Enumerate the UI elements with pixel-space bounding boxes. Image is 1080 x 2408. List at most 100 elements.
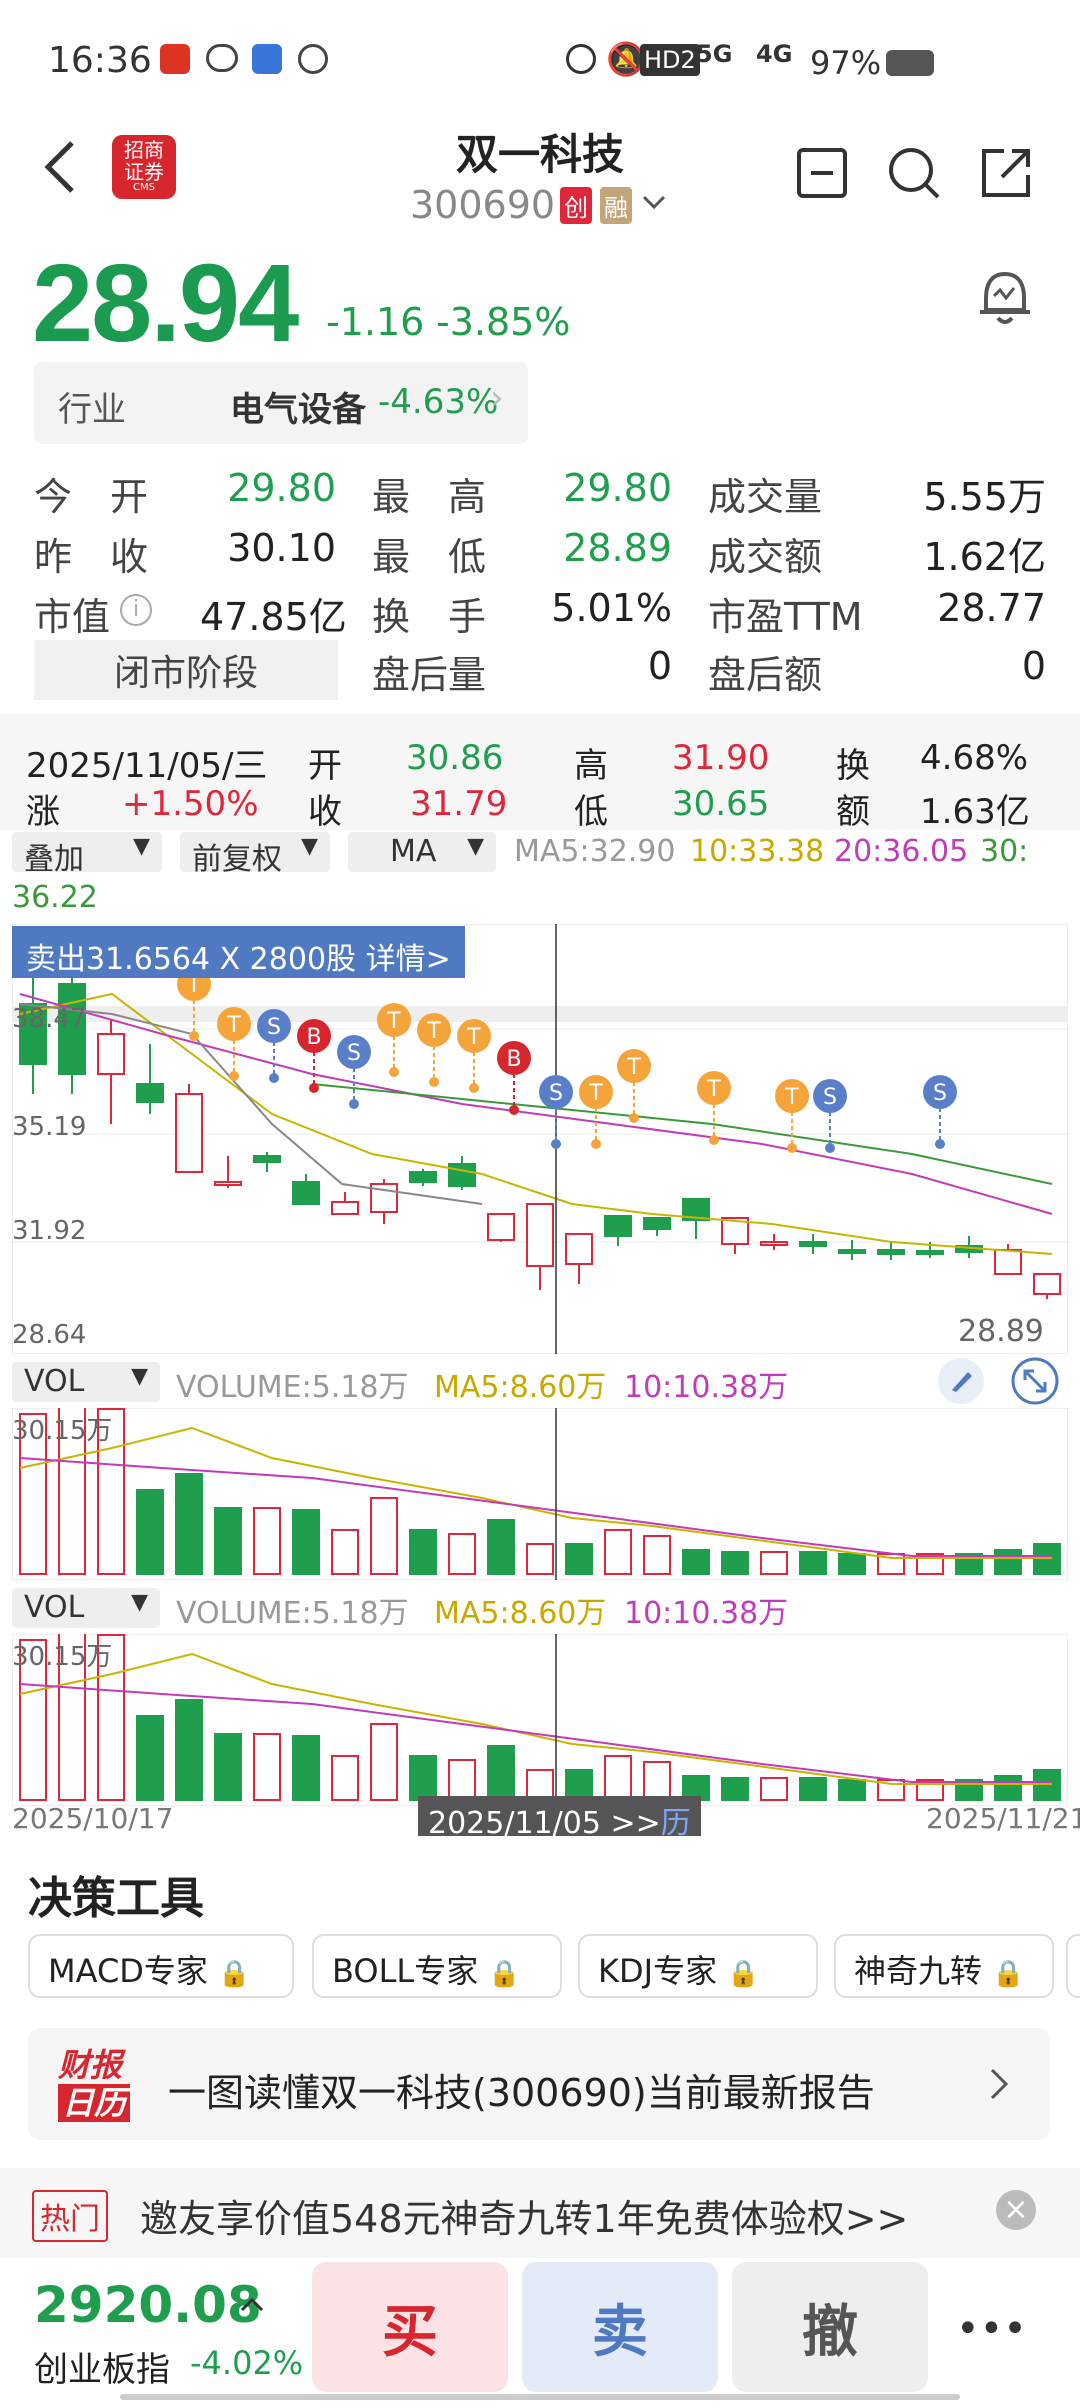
candle: [136, 1083, 164, 1103]
expand-icon[interactable]: [1010, 1356, 1060, 1406]
trade-marker-dot: [389, 1067, 399, 1077]
candle: [565, 1233, 593, 1265]
tool-boll-button[interactable]: BOLL专家 🔒: [312, 1934, 562, 1998]
volume-label: VOLUME:5.18万: [176, 1596, 409, 1631]
report-logo: 财报 日历: [58, 2046, 131, 2122]
index-value[interactable]: 2920.08: [34, 2276, 262, 2334]
trade-marker-dot: [551, 1139, 561, 1149]
trade-marker-label: T: [706, 1077, 721, 1102]
stat-value: 5.01%: [551, 586, 672, 630]
stat-label: 换 手: [372, 595, 487, 639]
volume-bar: [253, 1733, 281, 1801]
day-close-label: 收: [308, 792, 342, 832]
tool-macd-button[interactable]: MACD专家 🔒: [28, 1934, 294, 1998]
closed-phase-label: 闭市阶段: [34, 640, 338, 700]
4g-signal-icon: 4G: [756, 40, 793, 68]
trade-banner[interactable]: 卖出31.6564 X 2800股 详情>: [12, 926, 465, 978]
volume-bar: [136, 1489, 164, 1575]
candle: [877, 1249, 905, 1255]
stat-label: 盘后量: [372, 653, 487, 697]
day-open: 30.86: [406, 738, 504, 778]
share-icon[interactable]: [978, 145, 1034, 201]
volume-bar: [448, 1533, 476, 1575]
wechat-icon: [206, 44, 238, 72]
volume-bar: [838, 1553, 866, 1575]
edit-icon[interactable]: [938, 1358, 984, 1404]
margin-badge: 融: [600, 187, 632, 224]
candle: [487, 1213, 515, 1241]
cursor-date[interactable]: 2025/11/05 >>历: [418, 1796, 701, 1841]
industry-pct: -4.63%: [378, 382, 499, 422]
tool-kdj-button[interactable]: KDJ专家 🔒: [578, 1934, 818, 1998]
candle: [994, 1249, 1022, 1275]
stat-label: 最 高: [372, 475, 487, 519]
candle: [643, 1217, 671, 1230]
volume-bar: [175, 1699, 203, 1801]
day-turnover: 4.68%: [920, 738, 1029, 778]
sell-button[interactable]: 卖: [522, 2262, 718, 2392]
trade-marker-dot: [709, 1135, 719, 1145]
stat-value: 1.62亿: [923, 535, 1046, 579]
day-high: 31.90: [672, 738, 770, 778]
search-icon[interactable]: [886, 145, 942, 201]
vol-dropdown[interactable]: VOL ▼: [12, 1362, 160, 1402]
vol-ma5-label: MA5:8.60万: [434, 1370, 607, 1405]
stat-label: 今 开: [34, 475, 149, 519]
stat-value: 28.89: [563, 526, 672, 570]
candle: [916, 1250, 944, 1255]
trade-marker-dot: [349, 1099, 359, 1109]
kline-chart[interactable]: TT S BST T TBS TTT T S S: [12, 924, 1068, 1354]
volume-chart-2[interactable]: [12, 1634, 1068, 1806]
trade-marker-label: B: [506, 1047, 521, 1072]
candle: [526, 1203, 554, 1267]
stat-value: 29.80: [563, 466, 672, 510]
minus-square-icon[interactable]: [796, 147, 848, 199]
tool-more-button[interactable]: [1066, 1934, 1080, 1998]
close-icon[interactable]: ×: [996, 2190, 1036, 2230]
volume-bar: [760, 1777, 788, 1801]
volume-bar: [799, 1551, 827, 1575]
day-chg: +1.50%: [122, 784, 259, 824]
day-turnover-label: 换: [836, 746, 870, 786]
chevron-up-icon[interactable]: [238, 2294, 266, 2314]
trade-marker-label: T: [588, 1081, 603, 1106]
promo-banner[interactable]: 热门 邀友享价值548元神奇九转1年免费体验权>> ×: [0, 2168, 1080, 2258]
volume-bar: [292, 1509, 320, 1575]
stat-label: 盘后额: [708, 653, 823, 697]
industry-row[interactable]: 行业 电气设备 -4.63% ›: [34, 362, 528, 444]
buy-button[interactable]: 买: [312, 2262, 508, 2392]
volume-bar: [292, 1735, 320, 1801]
vol-ymax: 30.15万: [12, 1642, 113, 1672]
trade-marker-dot: [591, 1139, 601, 1149]
trade-marker-label: S: [549, 1081, 563, 1106]
chevron-down-icon[interactable]: [640, 193, 668, 213]
volume-chart[interactable]: [12, 1408, 1068, 1580]
vol2-dropdown[interactable]: VOL ▼: [12, 1588, 160, 1628]
trade-marker-label: S: [267, 1015, 281, 1040]
trade-marker-label: T: [626, 1055, 641, 1080]
indicator-dropdown[interactable]: MA ▼: [348, 832, 496, 872]
info-icon[interactable]: i: [120, 594, 152, 626]
overlay-dropdown[interactable]: 叠加 ▼: [12, 832, 162, 877]
back-icon[interactable]: [40, 137, 80, 197]
trade-marker-dot: [309, 1083, 319, 1093]
stat-label: 最 低: [372, 535, 487, 579]
hd-icon: HD2: [640, 44, 700, 76]
report-card[interactable]: 财报 日历 一图读懂双一科技(300690)当前最新报告: [28, 2028, 1050, 2140]
tool-nine-turn-button[interactable]: 神奇九转 🔒: [834, 1934, 1054, 1998]
cancel-order-button[interactable]: 撤: [732, 2262, 928, 2392]
candle: [409, 1171, 437, 1183]
alert-bell-icon[interactable]: [976, 268, 1034, 330]
trade-marker-dot: [935, 1139, 945, 1149]
adjust-dropdown[interactable]: 前复权 ▼: [180, 832, 330, 877]
volume-bar: [721, 1777, 749, 1801]
day-open-label: 开: [308, 746, 342, 786]
volume-bar: [448, 1759, 476, 1801]
5g-signal-icon: 5G: [696, 40, 733, 68]
volume-bar: [175, 1473, 203, 1575]
ma5-label: MA5:32.90: [514, 834, 676, 869]
volume-bar: [994, 1549, 1022, 1575]
ma30-value: 36.22: [12, 880, 98, 915]
stat-value: 29.80: [227, 466, 336, 510]
more-icon[interactable]: •••: [956, 2306, 1027, 2352]
